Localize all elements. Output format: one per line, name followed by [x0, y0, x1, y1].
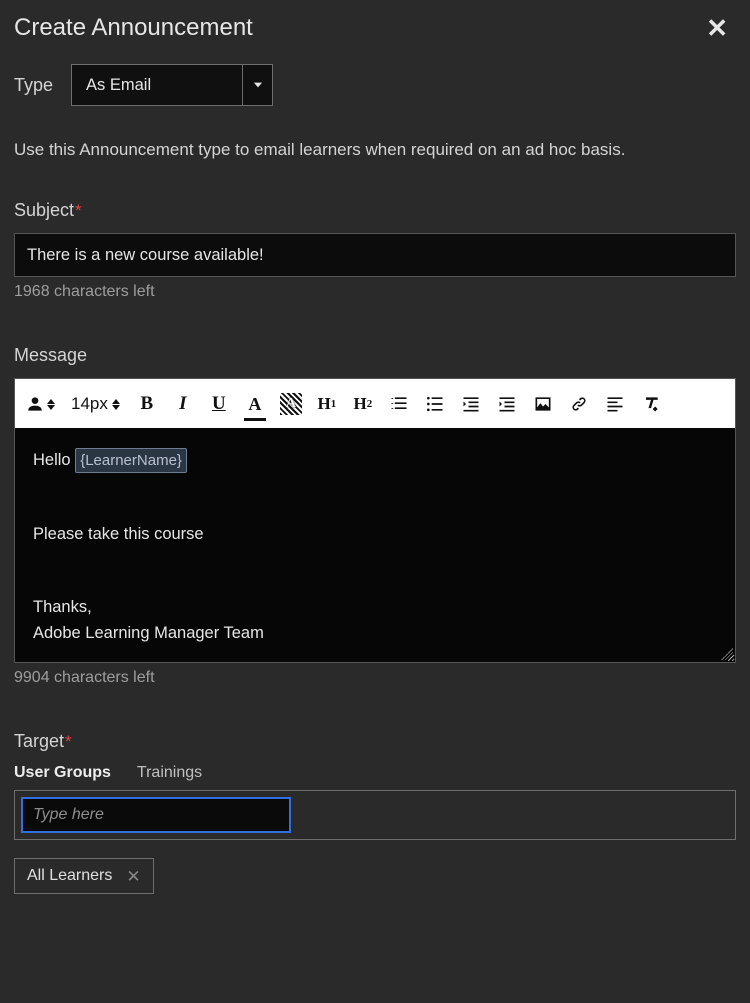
subject-label-text: Subject [14, 200, 74, 221]
link-icon[interactable] [568, 389, 590, 419]
heading1-icon[interactable]: H1 [316, 389, 338, 419]
user-icon[interactable] [25, 389, 57, 419]
rich-text-editor: 14px B I U A A H1 H2 [14, 378, 736, 663]
heading2-icon[interactable]: H2 [352, 389, 374, 419]
message-label: Message [14, 345, 736, 366]
tab-user-groups[interactable]: User Groups [14, 764, 111, 782]
remove-chip-icon[interactable]: ✕ [126, 868, 140, 885]
align-icon[interactable] [604, 389, 626, 419]
unordered-list-icon[interactable] [424, 389, 446, 419]
type-select[interactable]: As Email [71, 64, 273, 106]
target-label-text: Target [14, 731, 64, 752]
italic-icon[interactable]: I [172, 389, 194, 419]
font-size-value: 14px [71, 394, 108, 414]
indent-icon[interactable] [496, 389, 518, 419]
type-label: Type [14, 75, 53, 96]
highlight-icon[interactable]: A [280, 393, 302, 415]
editor-toolbar: 14px B I U A A H1 H2 [15, 379, 735, 428]
message-counter: 9904 characters left [14, 669, 736, 687]
close-icon[interactable]: ✕ [698, 15, 736, 41]
create-announcement-dialog: Create Announcement ✕ Type As Email Use … [0, 0, 750, 914]
target-chip-label: All Learners [27, 867, 112, 885]
clear-format-icon[interactable] [640, 389, 662, 419]
learner-name-token[interactable]: {LearnerName} [75, 448, 187, 473]
type-select-value: As Email [72, 65, 242, 105]
target-input-wrap [14, 790, 736, 840]
image-icon[interactable] [532, 389, 554, 419]
dialog-title: Create Announcement [14, 14, 253, 42]
type-description: Use this Announcement type to email lear… [14, 140, 736, 160]
bold-icon[interactable]: B [136, 389, 158, 419]
chevron-down-icon[interactable] [242, 65, 272, 105]
font-color-icon[interactable]: A [244, 389, 266, 419]
dialog-header: Create Announcement ✕ [14, 14, 736, 42]
target-label: Target* [14, 731, 736, 752]
message-signature: Adobe Learning Manager Team [33, 621, 717, 647]
subject-label: Subject* [14, 200, 736, 221]
target-chip-all-learners[interactable]: All Learners ✕ [14, 858, 154, 894]
subject-counter: 1968 characters left [14, 283, 736, 301]
type-row: Type As Email [14, 64, 736, 106]
required-asterisk: * [75, 201, 82, 221]
message-thanks: Thanks, [33, 595, 717, 621]
greeting-text: Hello [33, 451, 75, 469]
outdent-icon[interactable] [460, 389, 482, 419]
subject-input[interactable] [14, 233, 736, 277]
resize-handle-icon[interactable] [721, 648, 733, 660]
required-asterisk: * [65, 732, 72, 752]
target-search-input[interactable] [21, 797, 291, 833]
editor-body[interactable]: Hello {LearnerName} Please take this cou… [15, 428, 735, 662]
target-tabs: User Groups Trainings [14, 764, 736, 782]
tab-trainings[interactable]: Trainings [137, 764, 202, 782]
underline-icon[interactable]: U [208, 389, 230, 419]
message-body-line: Please take this course [33, 522, 717, 548]
font-size-picker[interactable]: 14px [71, 389, 122, 419]
ordered-list-icon[interactable] [388, 389, 410, 419]
